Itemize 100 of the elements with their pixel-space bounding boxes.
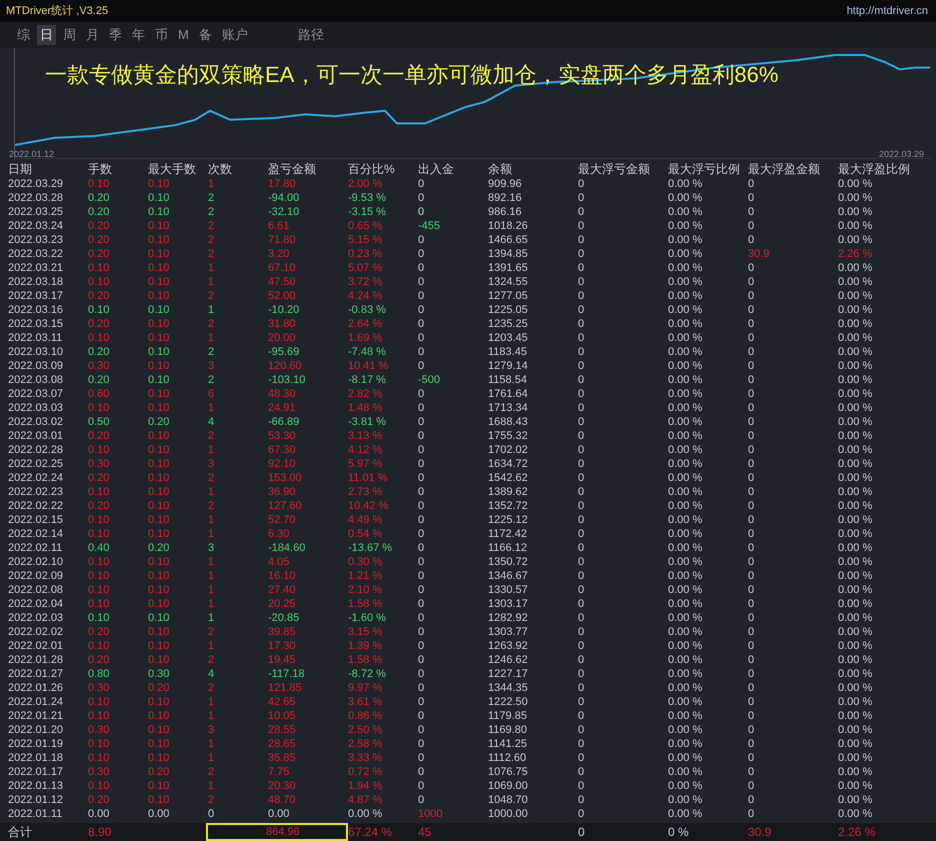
tab[interactable]: 币 (152, 24, 171, 45)
table-cell-text: 1 (208, 527, 216, 541)
table-cell-text: 0.10 (88, 303, 110, 317)
table-cell-text: 0 (418, 513, 426, 527)
table-cell-text: 127.60 (268, 499, 303, 513)
table-cell-text: 30.9 (748, 247, 770, 261)
table-cell-text: 0.10 (148, 527, 170, 541)
column-header: 日期 (8, 161, 33, 177)
table-cell-text: 0.00 % (668, 597, 704, 611)
table-cell-text: 1350.72 (488, 555, 529, 569)
table-cell-text: 0.10 (88, 331, 110, 345)
table-cell-text: 3.20 (268, 247, 290, 261)
table-cell-text: 0.00 % (668, 751, 704, 765)
table-cell-text: 0.00 % (668, 275, 704, 289)
table-cell-text: 0 (418, 401, 426, 415)
table-cell-text: 0.54 % (348, 527, 384, 541)
table-cell-text: -9.53 % (348, 191, 387, 205)
table-cell-text: 0 (418, 555, 426, 569)
table-cell-text: 0.00 % (838, 289, 874, 303)
table-cell-text: 1.69 % (348, 331, 384, 345)
table-cell-text: 1183.45 (488, 345, 528, 359)
table-cell-text: 0.10 (148, 723, 170, 737)
tab[interactable]: 季 (106, 24, 125, 45)
table-cell-text: 0.10 (148, 653, 170, 667)
table-cell-text: 6.61 (268, 219, 290, 233)
table-cell-text: 42.65 (268, 695, 297, 709)
table-cell-text: 0 (418, 583, 426, 597)
table-cell-text: 0.00 % (838, 695, 874, 709)
table-cell-text: -7.48 % (348, 345, 387, 359)
table-cell-text: 0 (748, 261, 756, 275)
table-cell-text: 2022.03.17 (8, 289, 64, 303)
table-cell-text: 24.91 (268, 401, 297, 415)
table-cell-text: 0.00 % (838, 387, 874, 401)
table-cell-text: 2.64 % (348, 317, 384, 331)
table-cell-text: 0.10 (148, 471, 170, 485)
table-cell-text: 0.20 (88, 233, 110, 247)
website-link[interactable]: http://mtdriver.cn (846, 4, 928, 17)
table-cell-text: 0 (578, 247, 586, 261)
table-cell-text: 1 (208, 583, 216, 597)
table-cell-text: 1 (208, 177, 216, 191)
table-cell-text: 2022.01.18 (8, 751, 64, 765)
table-cell-text: 2022.02.22 (8, 499, 64, 513)
table-cell-text: 0.10 (148, 233, 170, 247)
table-cell-text: 1303.77 (488, 625, 529, 639)
table-cell-text: 92.10 (268, 457, 297, 471)
tab[interactable]: M (175, 26, 192, 44)
table-cell-text: 0 (748, 597, 756, 611)
table-cell-text: 0 (748, 457, 756, 471)
tab[interactable]: 路径 (294, 24, 327, 45)
table-cell-text: 1303.17 (488, 597, 529, 611)
table-cell-text: 0 (578, 583, 586, 597)
tab[interactable]: 账户 (218, 24, 251, 45)
table-cell-text: 1391.65 (488, 261, 529, 275)
tab[interactable]: 月 (83, 24, 102, 45)
tab[interactable]: 备 (196, 24, 215, 45)
table-cell-text: 1394.85 (488, 247, 529, 261)
table-cell-text: 1172.42 (488, 527, 528, 541)
table-cell-text: 2 (208, 247, 216, 261)
table-cell-text: 48.30 (268, 387, 297, 401)
table-cell-text: 1225.05 (488, 303, 529, 317)
column-header: 手数 (88, 161, 113, 177)
table-cell-text: 0 (418, 345, 426, 359)
table-cell-text: 1 (208, 569, 216, 583)
table-cell-text: 0 (748, 807, 756, 821)
tab[interactable]: 综 (14, 24, 33, 45)
table-cell-text: 2022.03.11 (8, 331, 64, 345)
table-cell-text: 0 (748, 793, 756, 807)
table-cell-text: 0 (418, 709, 426, 723)
table-cell-text: 0 (418, 793, 426, 807)
table-cell-text: 2022.01.26 (8, 681, 64, 695)
table-cell-text: 6.30 (268, 527, 290, 541)
table-cell-text: 0 (578, 443, 586, 457)
table-cell-text: 2022.02.28 (8, 443, 64, 457)
tab[interactable]: 周 (60, 24, 79, 45)
table-cell-text: 2.50 % (348, 723, 384, 737)
table-cell-text: 0 (748, 625, 756, 639)
table-cell-text: 0.20 (88, 219, 110, 233)
table-cell-text: 2022.02.09 (8, 569, 64, 583)
table-cell-text: 10.42 % (348, 499, 390, 513)
table-cell-text: 2022.03.24 (8, 219, 64, 233)
table-cell-text: 1.58 % (348, 653, 384, 667)
table-cell-text: 2022.01.24 (8, 695, 64, 709)
table-cell-text: 2 (208, 191, 216, 205)
table-cell-text: 0 (418, 429, 426, 443)
table-cell-text: 0.00 % (838, 737, 874, 751)
table-cell-text: 0.00 % (838, 639, 874, 653)
tab[interactable]: 日 (37, 24, 56, 45)
table-cell-text: 0 (418, 611, 426, 625)
table-cell-text: 4.12 % (348, 443, 384, 457)
table-cell-text: 0.20 (88, 289, 110, 303)
table-cell-text: 1 (208, 639, 216, 653)
table-cell-text: 0.00 % (668, 387, 704, 401)
table-cell-text: 1203.45 (488, 331, 529, 345)
table-cell-text: 0.00 % (668, 499, 704, 513)
table-cell-text: 0 (418, 177, 426, 191)
table-cell-text: 0 (418, 359, 426, 373)
table-cell-text: 0 (748, 443, 756, 457)
table-cell-text: 0.00 % (668, 429, 704, 443)
tab[interactable]: 年 (129, 24, 148, 45)
table-cell-text: 48.70 (268, 793, 297, 807)
